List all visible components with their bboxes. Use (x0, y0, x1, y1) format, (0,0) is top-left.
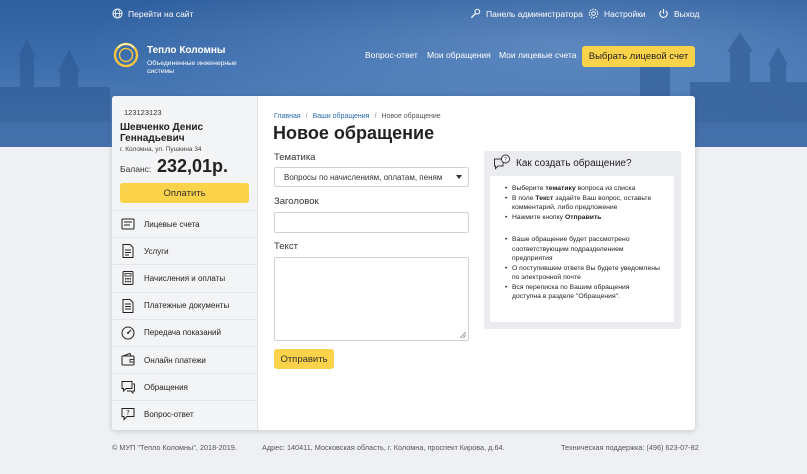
logout-link[interactable]: Выход (658, 0, 699, 27)
balance-value: 232,01р. (157, 156, 229, 176)
sidebar-item-label: Вопрос-ответ (144, 409, 194, 419)
settings-link[interactable]: Настройки (588, 0, 646, 27)
pay-button[interactable]: Оплатить (120, 183, 249, 203)
resize-handle-icon[interactable] (460, 332, 466, 338)
balance-label: Баланс: (120, 164, 152, 174)
sidebar-item-label: Лицевые счета (144, 219, 200, 229)
sidebar-item-services[interactable]: Услуги (112, 237, 258, 264)
goto-site-link[interactable]: Перейти на сайт (112, 0, 193, 27)
faq-icon: ? (121, 408, 135, 422)
question-chat-icon: ? (494, 154, 510, 170)
document-icon (122, 244, 134, 259)
select-account-button[interactable]: Выбрать лицевой счет (582, 46, 695, 67)
account-number: 123123123 (124, 108, 162, 117)
breadcrumb-current: Новое обращение (381, 113, 441, 120)
sidebar-item-label: Начисления и оплаты (144, 273, 226, 283)
main-card: 123123123 Шевченко Денис Геннадьевич г. … (112, 96, 695, 430)
sidebar-menu: Лицевые счета Услуги Начисления и оплаты… (112, 210, 258, 428)
subject-label: Заголовок (274, 196, 319, 207)
submit-button[interactable]: Отправить (274, 349, 334, 369)
topic-select-value: Вопросы по начислениям, оплатам, пеням (284, 172, 443, 182)
breadcrumb-requests[interactable]: Ваши обращения (313, 113, 370, 120)
help-panel: ? Как создать обращение? Выберите темати… (484, 151, 681, 329)
svg-text:?: ? (504, 156, 507, 163)
sidebar-item-requests[interactable]: Обращения (112, 373, 258, 400)
gear-icon (588, 8, 599, 19)
admin-panel-link[interactable]: Панель администратора (470, 0, 583, 27)
nav-my-accounts[interactable]: Мои лицевые счета (499, 50, 577, 60)
chevron-down-icon (456, 175, 462, 179)
help-steps-list: Выберите тематику вопроса из списка В по… (505, 184, 660, 223)
help-note: Ваше обращение будет рассмотрено соответ… (505, 235, 660, 264)
sidebar-item-label: Услуги (144, 246, 169, 256)
wallet-icon (121, 352, 135, 366)
help-title: Как создать обращение? (516, 158, 632, 169)
subject-input[interactable] (274, 212, 469, 233)
globe-icon (112, 8, 123, 19)
footer-address: Адрес: 140411, Московская область, г. Ко… (262, 443, 505, 452)
account-address: г. Коломна, ул. Пушкина 34 (120, 146, 202, 153)
sidebar: 123123123 Шевченко Денис Геннадьевич г. … (112, 96, 258, 430)
breadcrumb-separator: / (374, 113, 377, 120)
logo-name: Тепло Коломны (147, 45, 226, 56)
sidebar-item-faq[interactable]: ? Вопрос-ответ (112, 400, 258, 427)
help-step: В поле Текст задайте Ваш вопрос, оставьт… (505, 194, 660, 213)
nav-my-requests[interactable]: Мои обращения (427, 50, 491, 60)
help-step: Нажмите кнопку Отправить (505, 213, 660, 223)
text-textarea[interactable] (274, 257, 469, 341)
topic-select[interactable]: Вопросы по начислениям, оплатам, пеням (274, 167, 469, 187)
breadcrumb-separator: / (305, 113, 308, 120)
admin-panel-label: Панель администратора (486, 8, 583, 19)
sidebar-item-payment-docs[interactable]: Платежные документы (112, 291, 258, 319)
help-note: Вся переписка по Вашим обращения доступн… (505, 283, 660, 302)
text-label: Текст (274, 241, 298, 252)
breadcrumb-home[interactable]: Главная (274, 113, 301, 120)
nav-faq[interactable]: Вопрос-ответ (365, 50, 418, 60)
topic-label: Тематика (274, 152, 316, 163)
meter-icon (121, 326, 135, 340)
calculator-icon (122, 271, 134, 286)
logout-label: Выход (674, 8, 700, 19)
breadcrumb: Главная / Ваши обращения / Новое обращение (274, 113, 441, 120)
top-bar: Перейти на сайт Панель администратора На… (0, 0, 807, 27)
logo[interactable]: Тепло Коломны Объединенные инженерные си… (113, 42, 237, 75)
logo-subtitle: Объединенные инженерные системы (147, 60, 237, 75)
wrench-icon (470, 8, 481, 19)
help-note: О поступившем ответе Вы будете уведомлен… (505, 264, 660, 283)
footer-support: Техническая поддержка: (496) 623-07-82 (561, 443, 699, 452)
power-icon (659, 8, 668, 19)
svg-text:?: ? (126, 409, 130, 417)
sidebar-item-accounts[interactable]: Лицевые счета (112, 210, 258, 237)
page-title: Новое обращение (273, 123, 435, 143)
help-notes-list: Ваше обращение будет рассмотрено соответ… (505, 235, 660, 302)
sidebar-item-label: Передача показаний (144, 328, 221, 338)
sidebar-item-label: Онлайн платежи (144, 355, 206, 365)
main-nav: Тепло Коломны Объединенные инженерные си… (0, 36, 807, 80)
account-holder-name: Шевченко Денис Геннадьевич (120, 122, 204, 144)
accounts-icon (121, 218, 135, 230)
logo-sun-icon (113, 42, 139, 68)
payment-docs-icon (122, 298, 134, 313)
sidebar-item-charges[interactable]: Начисления и оплаты (112, 264, 258, 291)
footer-copyright: © МУП "Тепло Коломны", 2018-2019. (112, 443, 237, 452)
sidebar-item-label: Обращения (144, 382, 188, 392)
content-area: Главная / Ваши обращения / Новое обращение Н… (258, 96, 695, 430)
help-step: Выберите тематику вопроса из списка (505, 184, 660, 194)
sidebar-item-online-payments[interactable]: Онлайн платежи (112, 345, 258, 373)
sidebar-item-label: Платежные документы (144, 301, 230, 311)
goto-site-label: Перейти на сайт (128, 8, 194, 19)
settings-label: Настройки (604, 8, 646, 19)
sidebar-item-meter-readings[interactable]: Передача показаний (112, 318, 258, 346)
chat-icon (121, 381, 135, 395)
